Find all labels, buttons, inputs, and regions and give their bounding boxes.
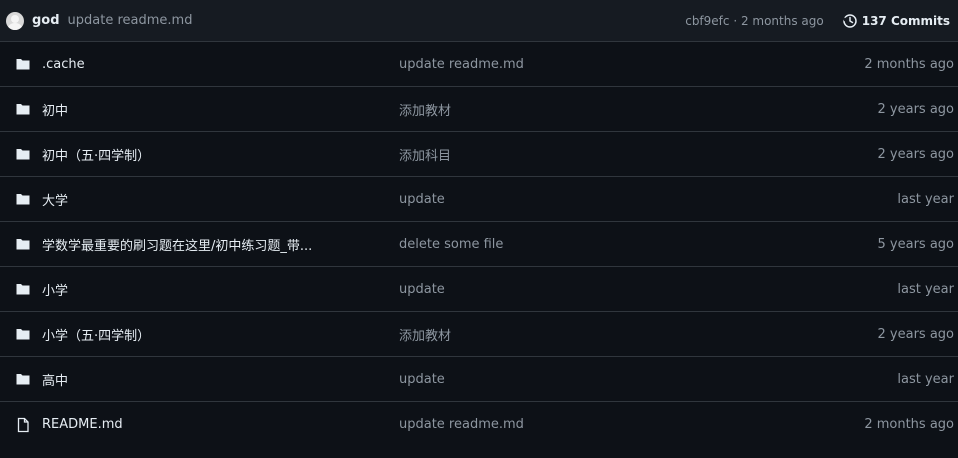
commit-date: 2 months ago: [864, 56, 954, 72]
file-row[interactable]: 小学（五·四学制） 添加教材 2 years ago: [0, 312, 958, 357]
file-name-link[interactable]: 小学: [42, 280, 68, 299]
file-row[interactable]: 高中 update last year: [0, 357, 958, 402]
file-name-link[interactable]: 初中: [42, 100, 68, 119]
file-name-link[interactable]: 大学: [42, 190, 68, 209]
commit-message-link[interactable]: update readme.md: [399, 57, 524, 72]
commit-message-link[interactable]: 添加科目: [399, 145, 451, 164]
commit-date: 2 years ago: [877, 101, 954, 117]
file-row[interactable]: README.md update readme.md 2 months ago: [0, 402, 958, 447]
folder-icon: [15, 56, 31, 72]
commit-date: 2 years ago: [877, 326, 954, 342]
history-icon: [842, 13, 857, 28]
file-name-link[interactable]: 高中: [42, 370, 68, 389]
file-name-link[interactable]: README.md: [42, 417, 123, 432]
file-list: .cache update readme.md 2 months ago 初中 添加教材…: [0, 42, 958, 447]
file-row[interactable]: .cache update readme.md 2 months ago: [0, 42, 958, 87]
commit-date: last year: [897, 191, 954, 207]
commit-message-link[interactable]: update readme.md: [399, 417, 524, 432]
commits-link[interactable]: 137 Commits: [842, 13, 950, 29]
folder-icon: [15, 101, 31, 117]
file-row[interactable]: 大学 update last year: [0, 177, 958, 222]
commit-date: 2 months ago: [864, 417, 954, 432]
folder-icon: [15, 326, 31, 342]
commit-meta[interactable]: cbf9efc · 2 months ago: [685, 14, 824, 28]
file-name-link[interactable]: 小学（五·四学制）: [42, 325, 150, 344]
file-row[interactable]: 学数学最重要的刷习题在这里/初中练习题_带... delete some file…: [0, 222, 958, 267]
file-name-link[interactable]: 初中（五·四学制）: [42, 145, 150, 164]
file-browser: god update readme.md cbf9efc · 2 months …: [0, 0, 958, 458]
commit-message-link[interactable]: 添加教材: [399, 325, 451, 344]
file-icon: [15, 417, 31, 433]
file-row[interactable]: 初中 添加教材 2 years ago: [0, 87, 958, 132]
file-name-link[interactable]: .cache: [42, 57, 85, 72]
commit-message-link[interactable]: 添加教材: [399, 100, 451, 119]
commit-date: 5 years ago: [877, 236, 954, 252]
commit-message-link[interactable]: update: [399, 372, 445, 387]
commit-message-link[interactable]: delete some file: [399, 237, 503, 252]
commit-date: last year: [897, 281, 954, 297]
folder-icon: [15, 236, 31, 252]
folder-icon: [15, 191, 31, 207]
file-name-link[interactable]: 学数学最重要的刷习题在这里/初中练习题_带...: [42, 235, 312, 254]
latest-commit-bar: god update readme.md cbf9efc · 2 months …: [0, 0, 958, 42]
file-row[interactable]: 小学 update last year: [0, 267, 958, 312]
commit-message-link[interactable]: update: [399, 192, 445, 207]
commit-date: last year: [897, 371, 954, 387]
avatar[interactable]: [6, 11, 24, 30]
commits-count-label: 137 Commits: [861, 13, 950, 28]
file-row[interactable]: 初中（五·四学制） 添加科目 2 years ago: [0, 132, 958, 177]
folder-icon: [15, 371, 31, 387]
commit-message[interactable]: update readme.md: [68, 13, 193, 28]
folder-icon: [15, 281, 31, 297]
commit-author[interactable]: god: [32, 13, 60, 28]
folder-icon: [15, 146, 31, 162]
commit-message-link[interactable]: update: [399, 282, 445, 297]
commit-date: 2 years ago: [877, 146, 954, 162]
